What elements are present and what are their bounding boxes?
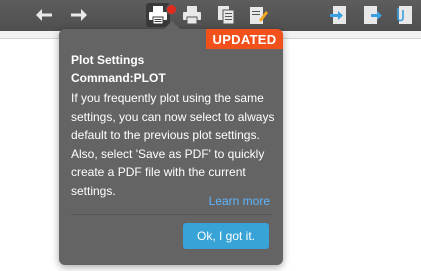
popover-command: Command:PLOT bbox=[71, 71, 166, 85]
attach-icon[interactable] bbox=[392, 3, 416, 27]
ok-got-it-button[interactable]: Ok, I got it. bbox=[183, 223, 269, 249]
import-icon[interactable] bbox=[360, 3, 384, 27]
divider bbox=[71, 214, 271, 215]
learn-more-link[interactable]: Learn more bbox=[209, 194, 270, 208]
notification-dot bbox=[166, 4, 177, 15]
feature-popover: UPDATED Plot Settings Command:PLOT If yo… bbox=[59, 21, 283, 265]
print-icon[interactable] bbox=[180, 3, 204, 27]
updated-badge: UPDATED bbox=[206, 29, 283, 49]
export-icon[interactable] bbox=[328, 3, 352, 27]
popover-title: Plot Settings bbox=[71, 53, 145, 67]
undo-icon[interactable] bbox=[33, 3, 57, 27]
redo-icon[interactable] bbox=[66, 3, 90, 27]
edit-doc-icon[interactable] bbox=[246, 3, 270, 27]
top-toolbar bbox=[0, 0, 421, 31]
popover-arrow bbox=[164, 21, 180, 29]
popover-body: If you frequently plot using the same se… bbox=[71, 91, 275, 198]
copy-doc-icon[interactable] bbox=[214, 3, 238, 27]
